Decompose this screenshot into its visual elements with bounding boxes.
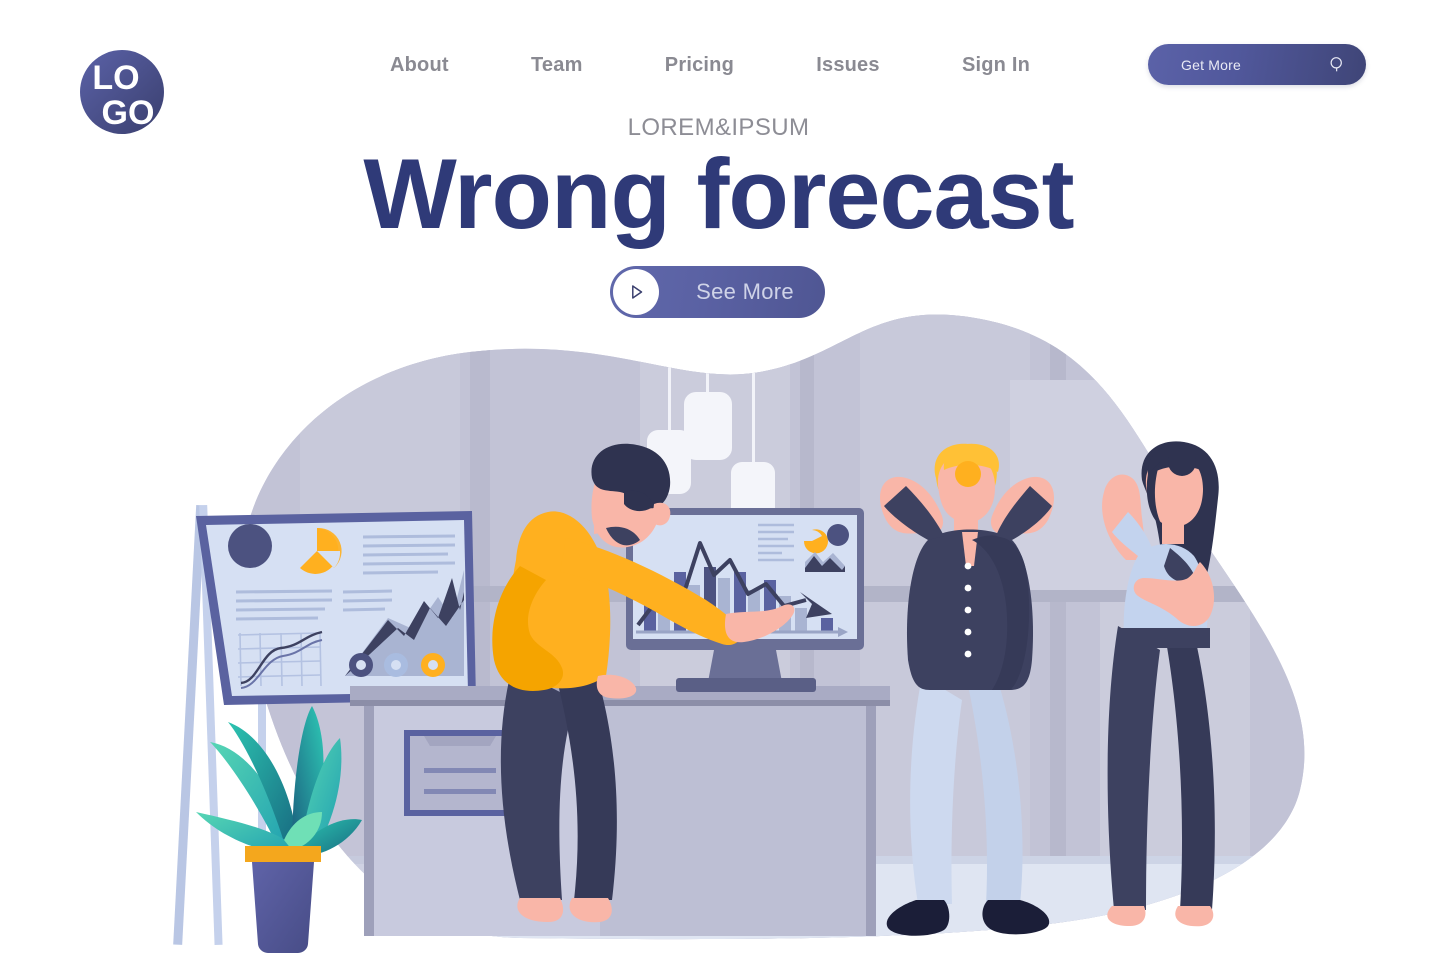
play-button-circle[interactable] xyxy=(613,269,659,315)
monitor-mini-circle xyxy=(827,524,849,546)
get-more-label: Get More xyxy=(1181,56,1241,73)
drawer-cabinet xyxy=(404,730,516,816)
nav-item-about[interactable]: About xyxy=(390,54,449,77)
site-header: LO GO About Team Pricing Issues Sign In … xyxy=(0,0,1437,134)
see-more-label: See More xyxy=(696,279,794,304)
nav-item-team[interactable]: Team xyxy=(531,54,583,77)
logo-text-top: LO xyxy=(92,59,139,97)
board-donut-rings xyxy=(349,653,445,677)
get-more-button[interactable]: Get More xyxy=(1148,44,1366,85)
page-title: Wrong forecast xyxy=(363,138,1074,249)
see-more-button[interactable]: See More xyxy=(610,266,825,318)
main-nav: About Team Pricing Issues Sign In xyxy=(390,48,1030,82)
search-icon xyxy=(1330,57,1342,72)
nav-item-pricing[interactable]: Pricing xyxy=(665,54,734,77)
play-icon xyxy=(632,285,643,299)
landing-page: LO GO About Team Pricing Issues Sign In … xyxy=(0,0,1437,980)
board-circle-icon xyxy=(228,524,272,568)
nav-item-signin[interactable]: Sign In xyxy=(962,54,1030,77)
nav-item-issues[interactable]: Issues xyxy=(816,54,879,77)
